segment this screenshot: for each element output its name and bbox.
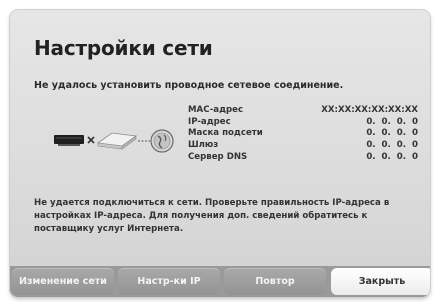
connection-error-subtitle: Не удалось установить проводное сетевое …: [34, 80, 344, 91]
network-info-label: Сервер DNS: [188, 151, 248, 162]
network-info-label: Шлюз: [188, 140, 219, 151]
network-info-label: MAC-адрес: [188, 105, 244, 115]
globe-icon: [150, 129, 174, 153]
error-message: Не удается подключиться к сети. Проверьт…: [34, 198, 390, 234]
network-info-value: XX:XX:XX:XX:XX:XX: [321, 105, 418, 115]
network-info-row: Сервер DNS 0. 0. 0. 0: [188, 152, 418, 164]
network-info-row: MAC-адрес XX:XX:XX:XX:XX:XX: [188, 105, 418, 117]
network-info-row: Маска подсети 0. 0. 0. 0: [188, 128, 418, 140]
network-info-value: 0. 0. 0. 0: [366, 151, 418, 162]
tv-device-icon: [54, 135, 84, 146]
network-info-value: 0. 0. 0. 0: [366, 116, 418, 127]
retry-button[interactable]: Повтор: [224, 268, 326, 295]
connection-diagram: [54, 129, 174, 153]
network-info-row: IP-адрес 0. 0. 0. 0: [188, 117, 418, 129]
network-info-label: IP-адрес: [188, 116, 231, 127]
change-network-button[interactable]: Изменение сети: [12, 268, 114, 295]
network-info-row: Шлюз 0. 0. 0. 0: [188, 140, 418, 152]
disconnected-x-icon: [87, 136, 95, 144]
network-settings-dialog: Настройки сети Не удалось установить про…: [10, 10, 430, 297]
network-info-value: 0. 0. 0. 0: [366, 140, 418, 151]
close-button[interactable]: Закрыть: [331, 268, 430, 295]
network-info-label: Маска подсети: [188, 128, 263, 139]
network-info-table: MAC-адрес XX:XX:XX:XX:XX:XX IP-адрес 0. 0. …: [188, 105, 418, 163]
dialog-title: Настройки сети: [34, 36, 213, 60]
network-info-value: 0. 0. 0. 0: [366, 128, 418, 139]
button-bar: Изменение сети Настр-ки IP Повтор Закрыт…: [10, 266, 430, 297]
ip-settings-button[interactable]: Настр-ки IP: [118, 268, 220, 295]
router-icon: [96, 132, 138, 150]
